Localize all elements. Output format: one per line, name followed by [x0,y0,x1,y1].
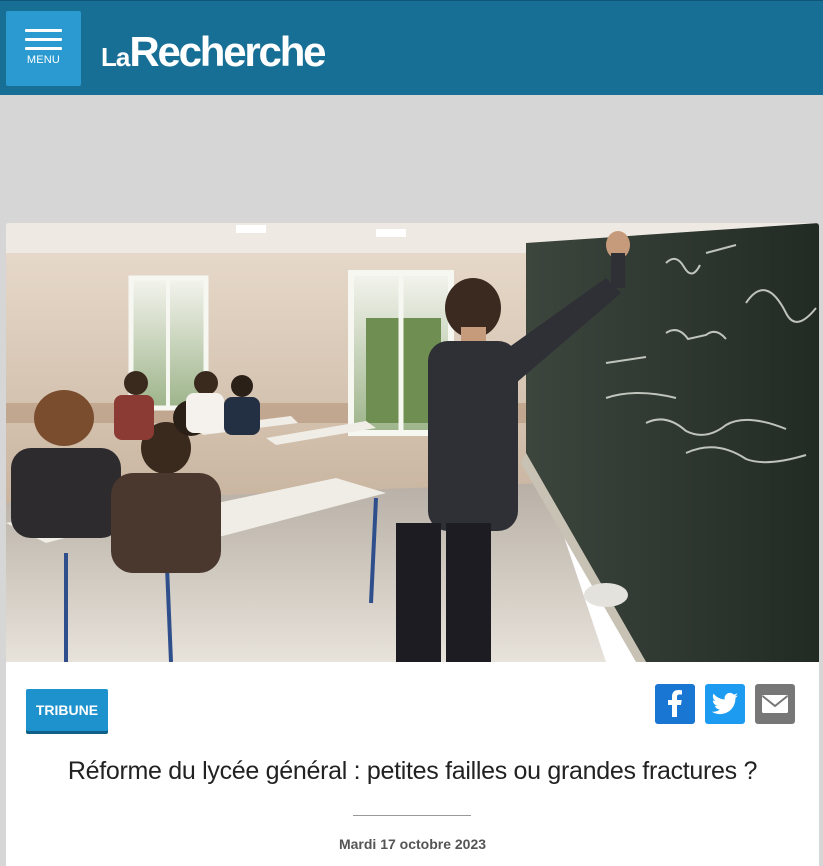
ad-placeholder [0,95,823,223]
hamburger-icon [25,29,62,56]
article-card: TRIBUNE Réforme du lycée général : petit… [6,223,819,866]
twitter-share-button[interactable] [705,684,745,724]
facebook-icon [668,690,682,717]
menu-label: MENU [26,54,61,66]
facebook-share-button[interactable] [655,684,695,724]
article-title: Réforme du lycée général : petites faill… [67,757,758,785]
twitter-icon [711,692,738,715]
site-header: MENU LaRecherche [0,0,823,95]
email-share-button[interactable] [755,684,795,724]
site-logo[interactable]: LaRecherche [101,28,327,76]
category-tag-button[interactable]: TRIBUNE [26,689,108,731]
article-date: Mardi 17 octobre 2023 [338,836,487,852]
hero-image [6,223,819,662]
title-divider [353,815,471,816]
logo-main: Recherche [129,28,326,75]
menu-button[interactable]: MENU [6,11,81,86]
logo-prefix: La [101,42,130,72]
email-icon [761,695,789,713]
